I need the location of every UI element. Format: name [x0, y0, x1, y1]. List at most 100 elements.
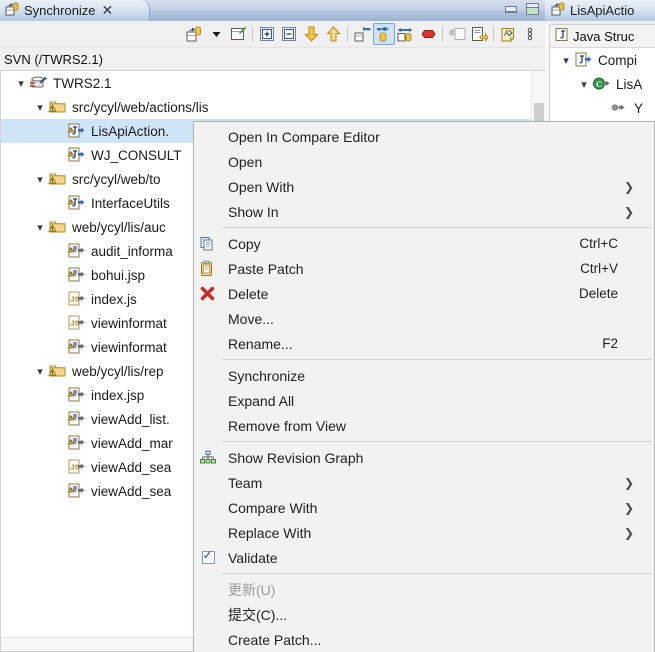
chevron-down-icon[interactable]: ▾ — [576, 72, 592, 96]
menu-item-label: 提交(C)... — [228, 606, 288, 623]
structure-item-y[interactable]: Y — [550, 96, 655, 120]
menu-item-replace-with[interactable]: Replace With ❯ — [194, 520, 654, 545]
folder-warning-icon-wrap — [48, 97, 69, 117]
mode-incoming-button[interactable] — [351, 23, 373, 45]
menu-item-compare-with[interactable]: Compare With ❯ — [194, 495, 654, 520]
menu-item-expand-all[interactable]: Expand All — [194, 388, 654, 413]
menu-item-rename[interactable]: Rename... F2 — [194, 331, 654, 356]
folder-warning-icon-wrap — [48, 217, 69, 237]
synchronize-icon — [186, 26, 201, 41]
checkbox-checked-icon[interactable] — [201, 548, 215, 564]
tree-item-label: TWRS2.1 — [53, 75, 112, 91]
conflicts-mode-icon — [420, 30, 436, 38]
menu-item-delete[interactable]: Delete Delete — [194, 281, 654, 306]
view-description-label: SVN (/TWRS2.1) — [0, 48, 545, 70]
chevron-down-icon[interactable]: ▾ — [32, 359, 48, 383]
collapse-all-button[interactable] — [278, 23, 300, 45]
class-icon-wrap: C — [592, 74, 613, 94]
tree-item-src-ycyl-web-actions-lis[interactable]: ▾ src/ycyl/web/actions/lis — [1, 95, 545, 119]
menu-item-remove-from-view[interactable]: Remove from View — [194, 413, 654, 438]
menu-icon-spacer — [194, 388, 222, 413]
update-all-button[interactable] — [446, 23, 468, 45]
separator-2 — [347, 26, 348, 42]
separator-1 — [222, 227, 652, 228]
chevron-right-icon: ❯ — [623, 204, 634, 219]
menu-item-move[interactable]: Move... — [194, 306, 654, 331]
open-sync-wizard-button[interactable] — [227, 23, 249, 45]
restore-button[interactable] — [526, 3, 539, 15]
menu-icon-spacer — [194, 306, 222, 331]
menu-item-show-revision-graph[interactable]: Show Revision Graph — [194, 445, 654, 470]
menu-item-open-with[interactable]: Open With ❯ — [194, 174, 654, 199]
tab-label: Synchronize — [24, 3, 96, 18]
collapse-all-icon — [282, 27, 296, 41]
tree-item-label: viewAdd_sea — [91, 459, 172, 475]
revision-graph-icon — [199, 450, 216, 463]
tree-item-twrs2-1[interactable]: ▾ TWRS2.1 — [1, 71, 545, 95]
commit-all-button[interactable] — [468, 23, 490, 45]
synchronize-view-icon — [5, 2, 20, 20]
menu-item-open-in-compare-editor[interactable]: Open In Compare Editor — [194, 124, 654, 149]
tree-item-label: src/ycyl/web/to — [72, 171, 161, 187]
tab-synchronize[interactable]: Synchronize ✕ — [0, 0, 150, 21]
menu-item-open[interactable]: Open — [194, 149, 654, 174]
menu-item-paste-patch[interactable]: Paste Patch Ctrl+V — [194, 256, 654, 281]
delete-x-icon-wrap — [194, 281, 222, 306]
mode-outgoing-button[interactable] — [373, 23, 395, 45]
chevron-down-icon — [212, 31, 220, 37]
minimize-button[interactable] — [505, 5, 517, 13]
structure-item-lisa[interactable]: ▾ C LisA — [550, 72, 655, 96]
java-outgoing-icon — [67, 147, 85, 162]
chevron-down-icon[interactable]: ▾ — [32, 215, 48, 239]
menu-item-create-patch[interactable]: Create Patch... — [194, 627, 654, 652]
tree-item-label: viewAdd_sea — [91, 483, 172, 499]
menu-item-accelerator: Ctrl+V — [580, 261, 618, 276]
java-compare-icon — [554, 27, 569, 45]
java-outgoing-icon — [67, 123, 85, 138]
next-change-button[interactable] — [300, 23, 322, 45]
synchronize-button[interactable] — [183, 23, 205, 45]
structure-item-label: Compi — [598, 52, 638, 68]
synchronize-dropdown[interactable] — [205, 23, 227, 45]
context-menu[interactable]: Open In Compare Editor Open Open With ❯ Show… — [193, 121, 655, 652]
menu-item-show-in[interactable]: Show In ❯ — [194, 199, 654, 224]
menu-item-copy[interactable]: Copy Ctrl+C — [194, 231, 654, 256]
menu-item-commit[interactable]: 提交(C)... — [194, 602, 654, 627]
js-outgoing-icon: JS — [68, 459, 85, 474]
menu-icon-spacer — [194, 331, 222, 356]
structure-item-label: LisA — [616, 76, 643, 92]
chevron-down-icon[interactable]: ▾ — [32, 167, 48, 191]
chevron-down-icon[interactable]: ▾ — [32, 95, 48, 119]
commit-all-icon — [471, 27, 488, 42]
compilation-unit-icon-wrap — [574, 50, 595, 70]
folder-warning-icon — [48, 365, 66, 377]
mode-conflicts-button[interactable] — [417, 23, 439, 45]
close-icon[interactable]: ✕ — [102, 4, 114, 18]
mode-both-button[interactable] — [395, 23, 417, 45]
menu-icon-spacer — [194, 577, 222, 602]
jsp-outgoing-icon-wrap — [67, 241, 88, 261]
menu-item-synchronize[interactable]: Synchronize — [194, 363, 654, 388]
chevron-right-icon: ❯ — [623, 475, 634, 490]
view-menu-button[interactable] — [519, 23, 541, 45]
menu-item-team[interactable]: Team ❯ — [194, 470, 654, 495]
menu-icon-spacer — [194, 602, 222, 627]
tree-item-label: web/ycyl/lis/auc — [72, 219, 166, 235]
chevron-down-icon[interactable]: ▾ — [13, 71, 29, 95]
tree-item-label: web/ycyl/lis/rep — [72, 363, 164, 379]
expand-all-button[interactable] — [256, 23, 278, 45]
copy-icon — [200, 236, 212, 250]
previous-change-button[interactable] — [322, 23, 344, 45]
structure-item-label: Y — [634, 100, 644, 116]
structure-item-compi[interactable]: ▾ Compi — [550, 48, 655, 72]
filter-button[interactable]: A — [497, 23, 519, 45]
chevron-down-icon[interactable]: ▾ — [558, 48, 574, 72]
revision-graph-icon-wrap — [194, 445, 222, 470]
separator-3 — [442, 26, 443, 42]
menu-item-validate[interactable]: Validate — [194, 545, 654, 570]
menu-icon-spacer — [194, 413, 222, 438]
